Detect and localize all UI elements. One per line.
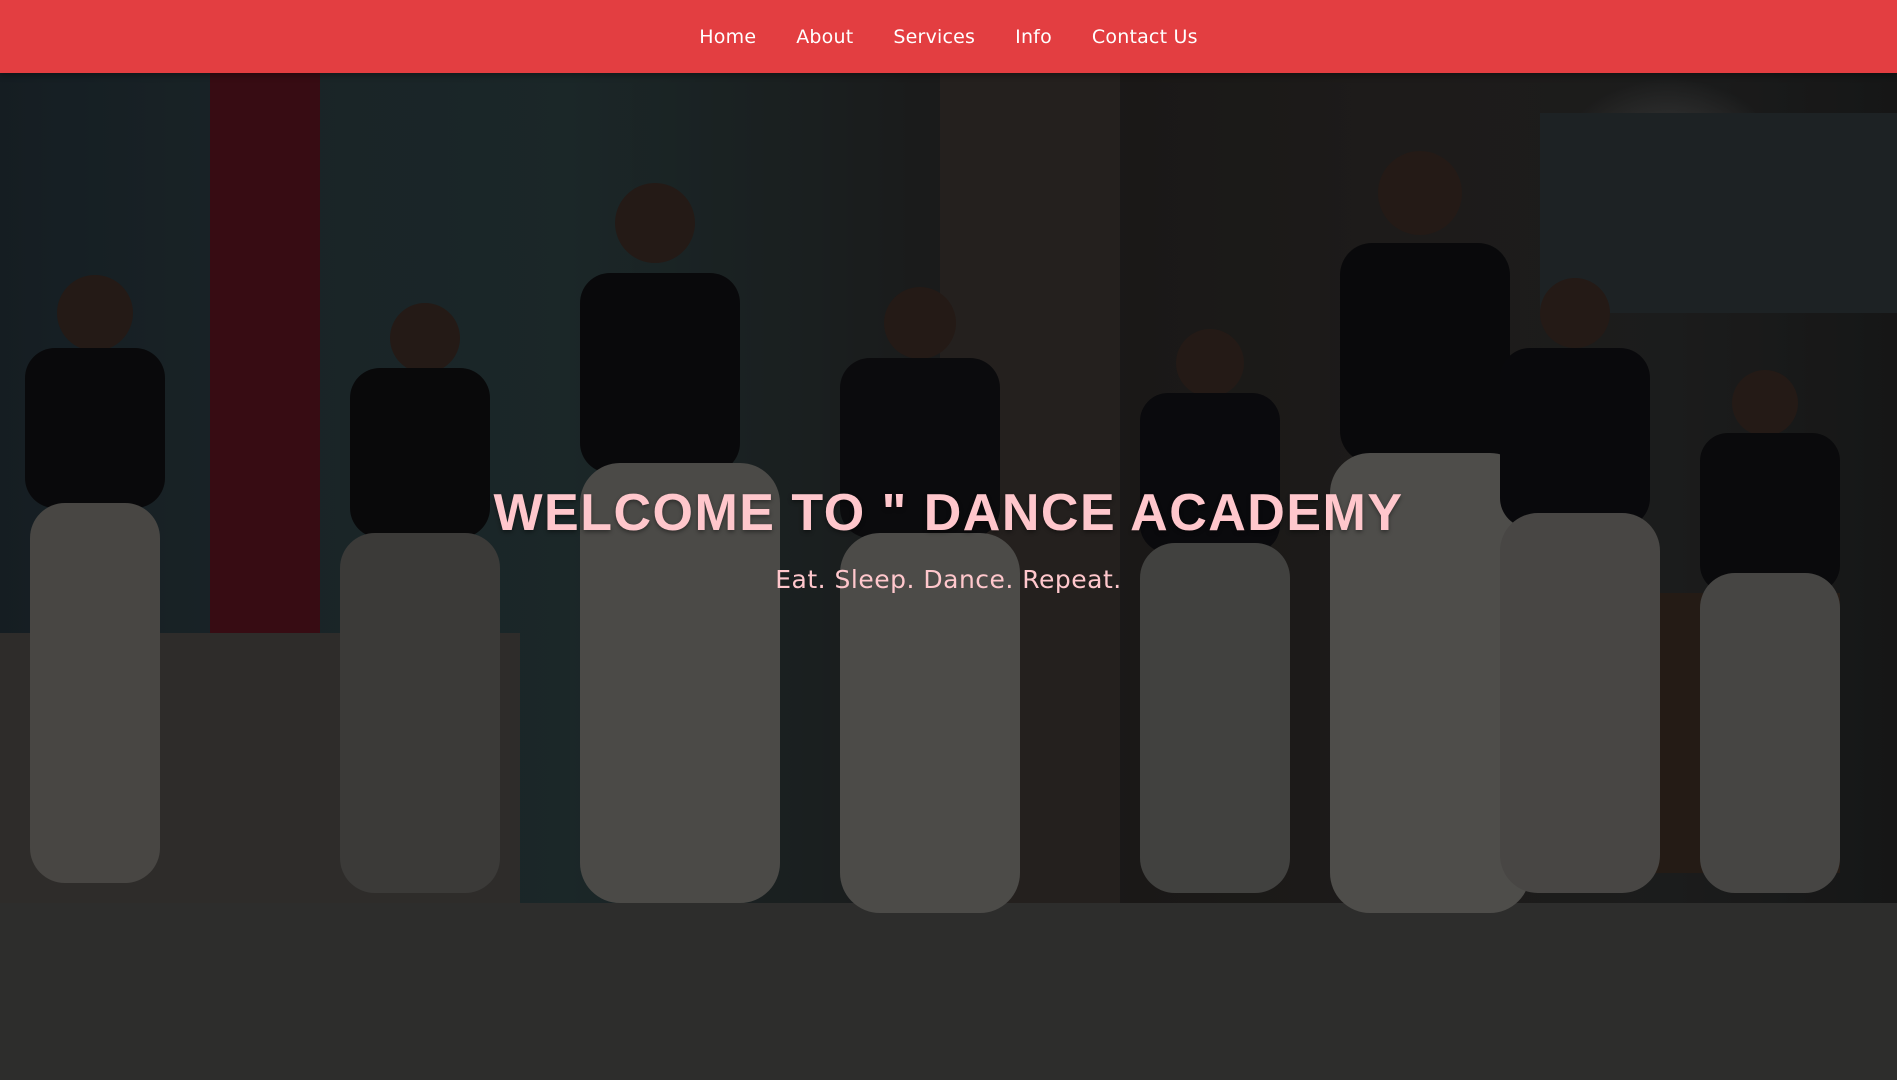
hero-section: WELCOME TO " DANCE ACADEMY Eat. Sleep. D… xyxy=(0,73,1897,1080)
nav-link-home[interactable]: Home xyxy=(699,26,756,48)
nav-link-about[interactable]: About xyxy=(796,26,853,48)
nav-link-contact-us[interactable]: Contact Us xyxy=(1092,26,1198,48)
nav-link-info[interactable]: Info xyxy=(1015,26,1052,48)
nav-link-services[interactable]: Services xyxy=(893,26,975,48)
hero-text-block: WELCOME TO " DANCE ACADEMY Eat. Sleep. D… xyxy=(0,483,1897,594)
top-navbar: Home About Services Info Contact Us xyxy=(0,0,1897,73)
hero-subtitle: Eat. Sleep. Dance. Repeat. xyxy=(775,565,1122,594)
hero-title: WELCOME TO " DANCE ACADEMY xyxy=(493,484,1404,542)
